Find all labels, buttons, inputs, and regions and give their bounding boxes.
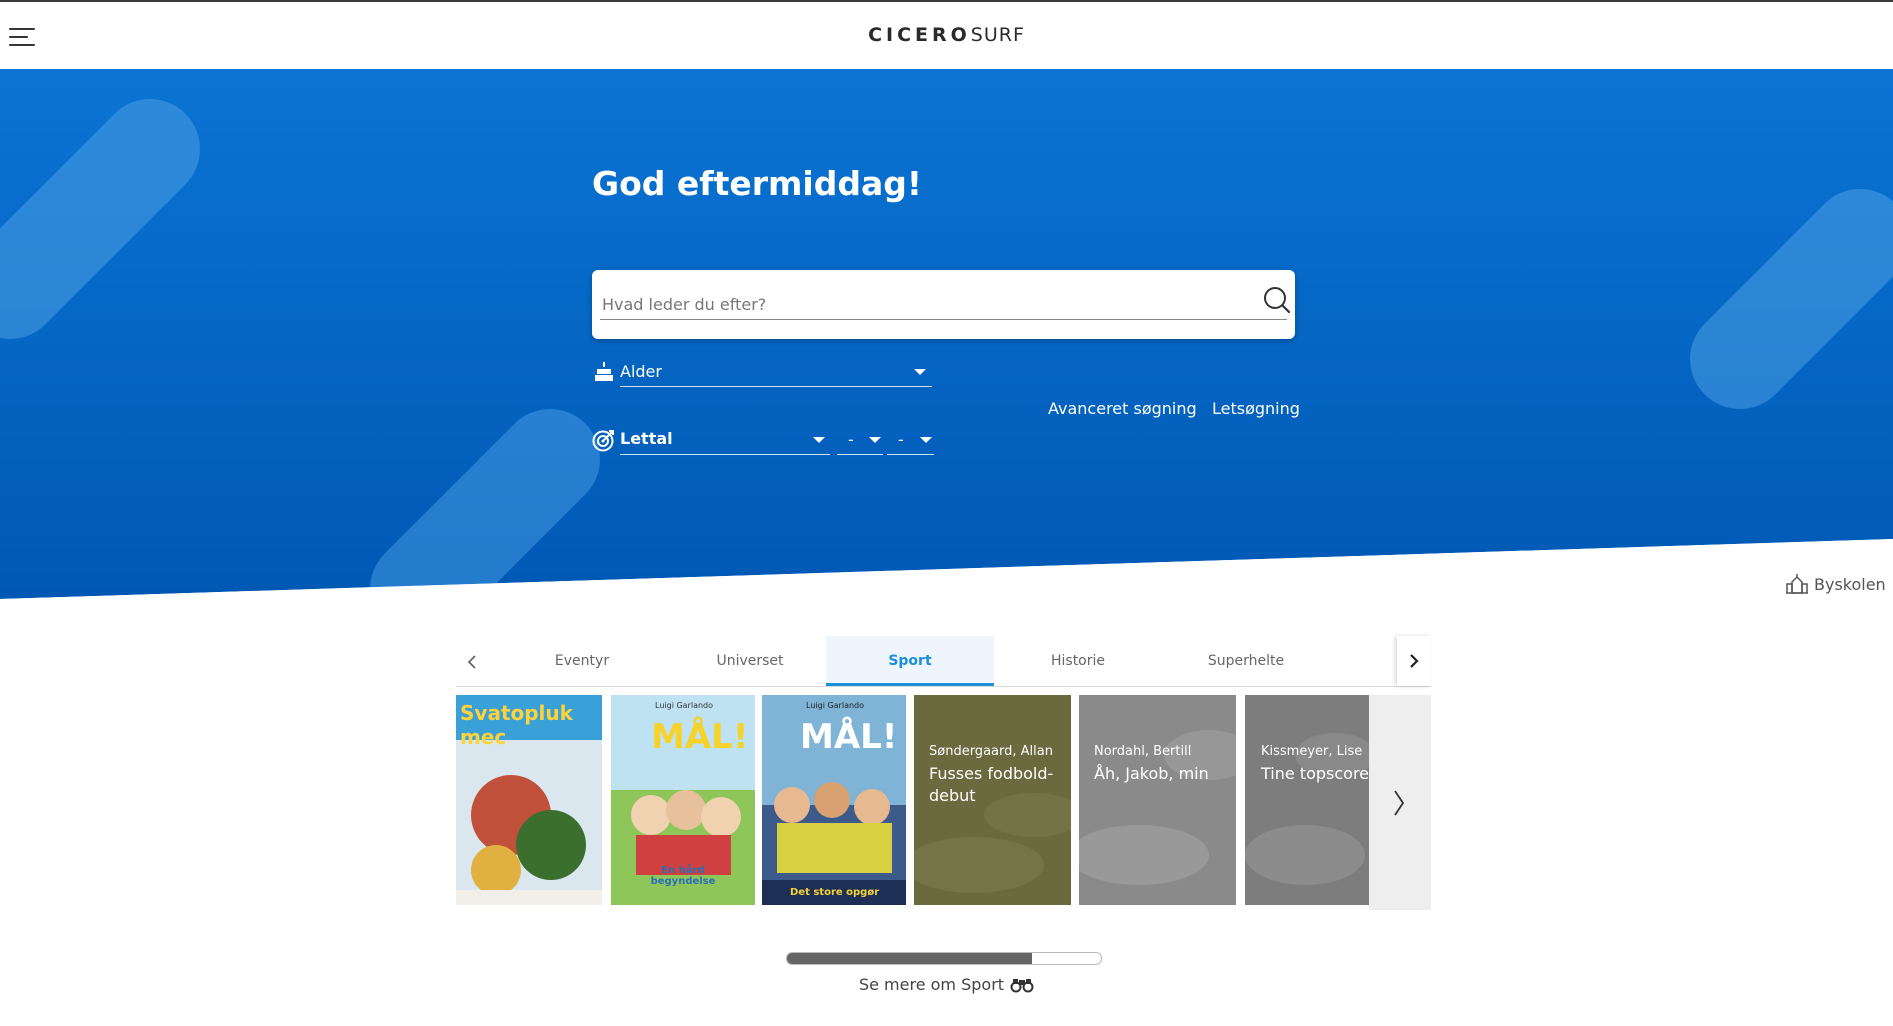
tab-historie[interactable]: Historie [994, 636, 1162, 686]
chevron-down-icon [869, 437, 881, 443]
see-more-label: Se mere om Sport [858, 975, 1005, 994]
cloud-texture [1079, 730, 1236, 885]
level-range-to[interactable]: - [887, 427, 935, 457]
book-cover-author: Luigi Garlando [655, 701, 714, 710]
cake-icon [595, 362, 613, 381]
tab-eventyr[interactable]: Eventyr [498, 636, 666, 686]
book-cover[interactable]: Luigi Garlando MÅL! Det store opgør [762, 695, 906, 905]
book-cover[interactable]: Luigi Garlando MÅL! En hård begyndelse [611, 695, 755, 905]
school-location-label: Byskolen [1814, 575, 1886, 594]
level-filter[interactable]: Lettal [592, 427, 937, 457]
book-placeholder[interactable]: Nordahl, Bertill Åh, Jakob, min [1079, 695, 1236, 905]
search-icon[interactable] [1262, 285, 1292, 315]
easy-search-link[interactable]: Letsøgning [1212, 399, 1300, 418]
tabs-prev-button[interactable] [456, 636, 486, 686]
app-logo[interactable]: CICEROSURF [0, 24, 1893, 46]
greeting-heading: God eftermiddag! [592, 164, 922, 203]
search-box [592, 270, 1295, 339]
category-tabs: Eventyr Universet Sport Historie Superhe… [456, 636, 1431, 687]
chevron-down-icon [914, 369, 926, 375]
book-author: Kissmeyer, Lise [1261, 744, 1363, 759]
search-input[interactable] [600, 288, 1244, 320]
chevron-right-icon [1394, 790, 1405, 816]
book-cover-subtitle: Det store opgør [790, 887, 880, 898]
school-location[interactable]: Byskolen [1786, 574, 1886, 594]
carousel-next-button[interactable] [1369, 695, 1431, 910]
book-placeholder[interactable]: Kissmeyer, Lise Tine topscorer [1245, 695, 1369, 905]
age-filter[interactable]: Alder [592, 359, 932, 389]
book-cover-author: Luigi Garlando [806, 701, 865, 710]
carousel-progress-fill [787, 953, 1032, 964]
advanced-search-link[interactable]: Avanceret søgning [1048, 399, 1197, 418]
chevron-down-icon [920, 437, 932, 443]
tab-superhelte[interactable]: Superhelte [1162, 636, 1330, 686]
school-icon [1786, 574, 1808, 594]
level-range-from[interactable]: - [837, 427, 885, 457]
binoculars-icon [1010, 979, 1034, 993]
hero-background [0, 69, 1893, 609]
see-more-link[interactable]: Se mere om Sport [0, 975, 1893, 994]
app-header: CICEROSURF [0, 2, 1893, 69]
book-cover-title: MÅL! [800, 717, 898, 757]
book-placeholder[interactable]: Søndergaard, Allan Fusses fodbold-debut [914, 695, 1071, 905]
target-icon [592, 430, 614, 452]
age-filter-label: Alder [620, 362, 662, 381]
chevron-right-icon [1410, 654, 1419, 668]
cloud-texture [1245, 733, 1369, 885]
tabs-next-button[interactable] [1397, 636, 1431, 686]
level-filter-label: Lettal [620, 429, 673, 448]
carousel-progress-bar[interactable] [786, 952, 1102, 965]
hero-section: God eftermiddag! Alder Lettal [0, 69, 1893, 609]
book-cover-subtitle: En hård begyndelse [650, 865, 716, 887]
book-title: Åh, Jakob, min [1094, 764, 1209, 783]
chevron-left-icon [467, 655, 476, 669]
search-underline [600, 319, 1287, 320]
tab-universet[interactable]: Universet [666, 636, 834, 686]
book-cover-title: MÅL! [651, 717, 749, 757]
book-carousel: Svatopluk mec Luigi Garlando MÅL! En hår… [456, 695, 1431, 910]
book-author: Nordahl, Bertill [1094, 744, 1192, 759]
book-cover[interactable]: Svatopluk mec [456, 695, 602, 905]
book-title: Fusses fodbold-debut [929, 764, 1054, 805]
tab-sport[interactable]: Sport [826, 636, 994, 686]
chevron-down-icon [813, 437, 825, 443]
book-author: Søndergaard, Allan [929, 744, 1053, 759]
book-cover-title: Svatopluk mec [460, 701, 573, 749]
book-title: Tine topscorer [1261, 764, 1369, 783]
